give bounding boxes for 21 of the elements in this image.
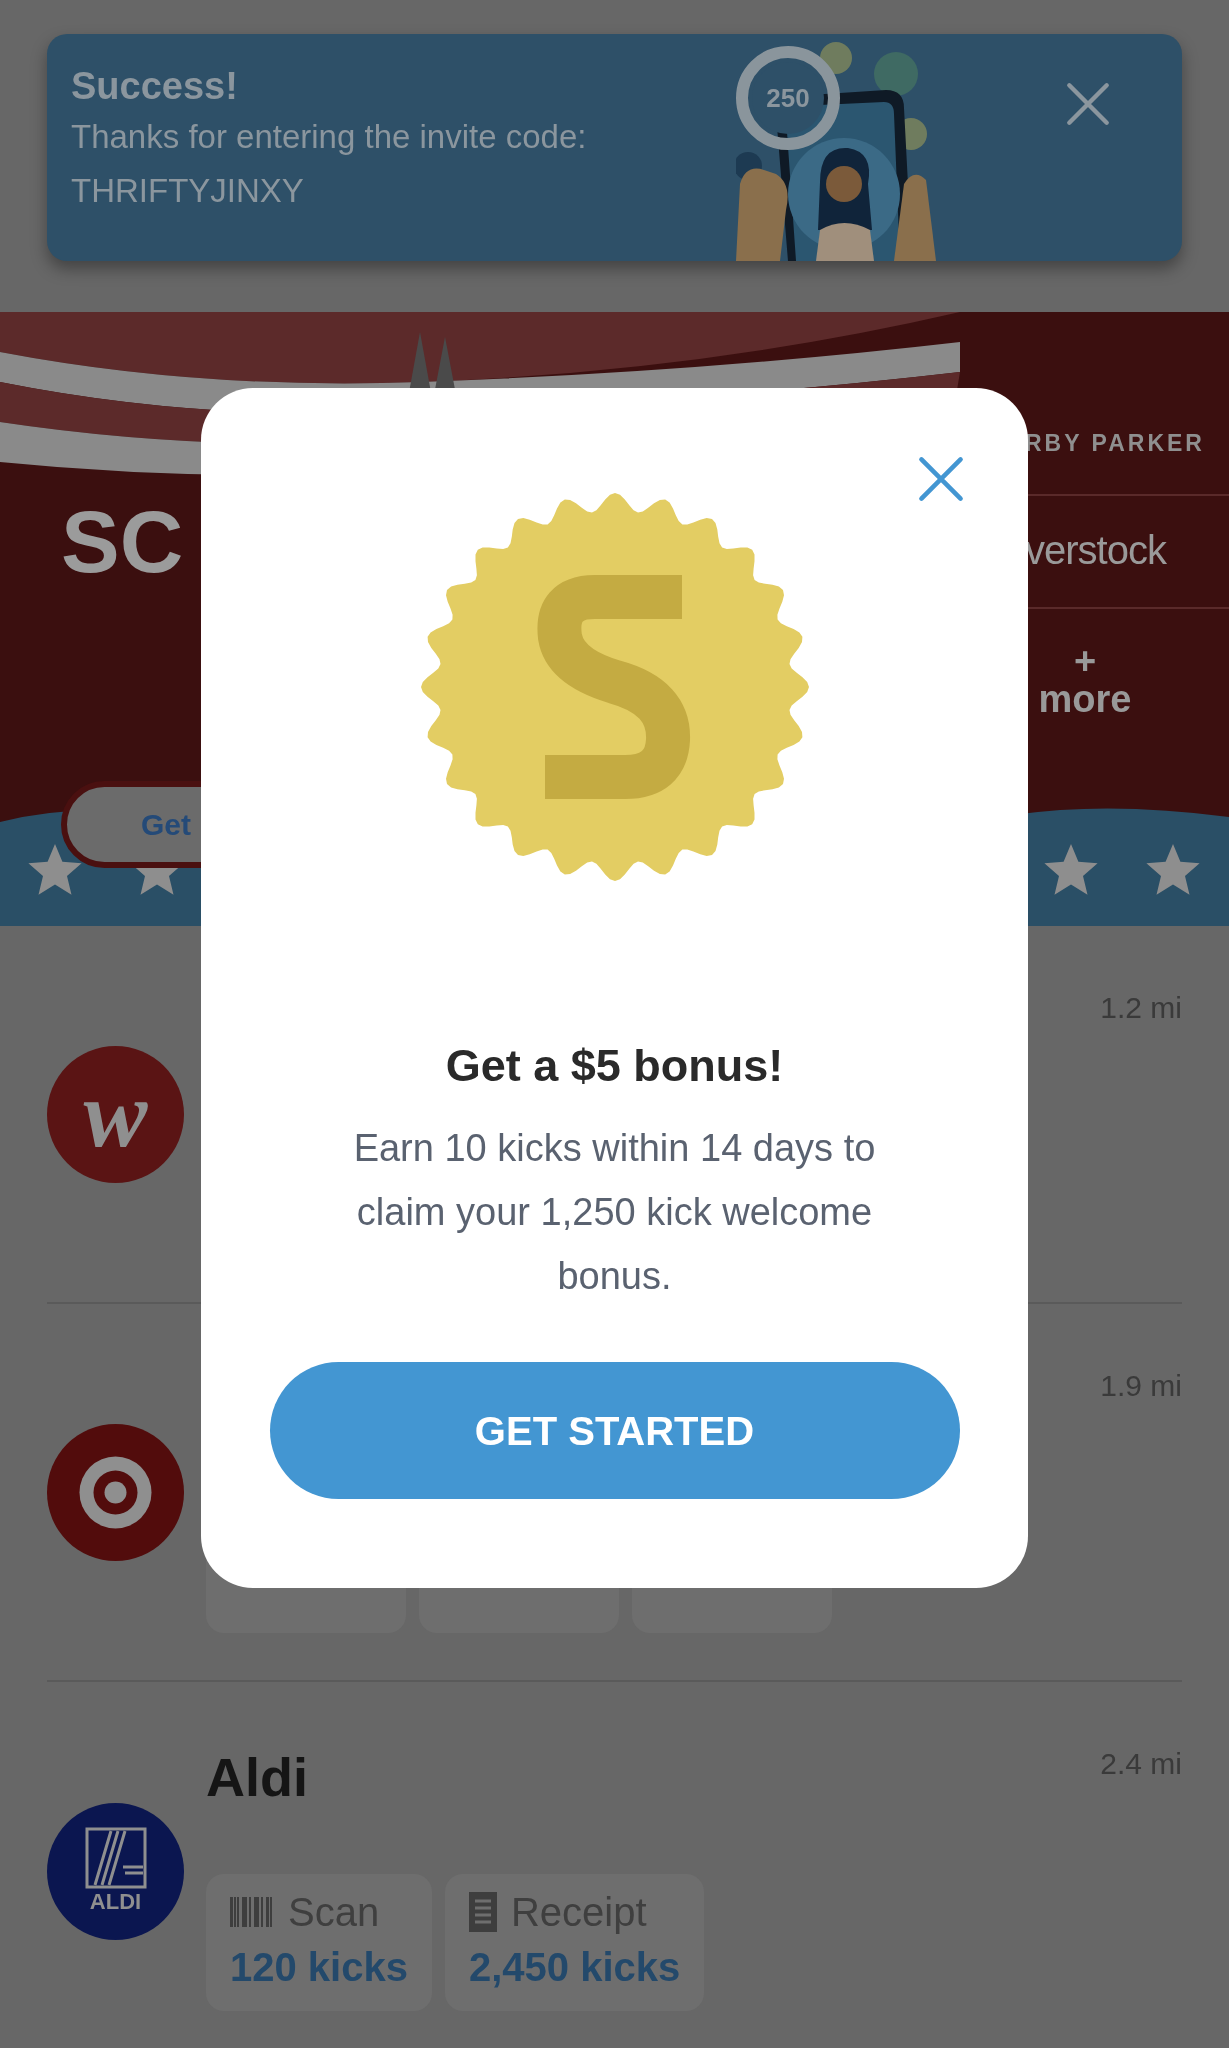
brand-logo-text: verstock bbox=[1025, 528, 1166, 572]
offer-kicks: 120 kicks bbox=[230, 1944, 408, 1991]
store-logo: ALDI bbox=[47, 1802, 184, 1940]
notification-message: Thanks for entering the invite code: bbox=[71, 117, 588, 157]
dialog-title: Get a $5 bonus! bbox=[445, 1039, 784, 1093]
close-icon[interactable] bbox=[1066, 82, 1110, 126]
store-logo: w bbox=[47, 1045, 184, 1183]
close-icon[interactable] bbox=[918, 456, 964, 502]
offer-kicks: 2,450 kicks bbox=[468, 1944, 681, 1991]
notification-title: Success! bbox=[71, 64, 239, 109]
get-started-button[interactable]: GET STARTED bbox=[269, 1362, 960, 1499]
plus-sign: + bbox=[1073, 643, 1097, 679]
invite-code: THRIFTYJINXY bbox=[71, 171, 305, 211]
points-label: 250 bbox=[766, 81, 810, 115]
more-link[interactable]: more bbox=[1038, 679, 1132, 719]
barcode-icon bbox=[230, 1897, 274, 1927]
promo-headline: SC bbox=[61, 494, 184, 590]
store-name: Aldi bbox=[206, 1746, 308, 1809]
dialog-message: Earn 10 kicks within 14 days to claim your 1,250 kick welcome bonus. bbox=[352, 1126, 877, 1299]
receipt-icon bbox=[468, 1892, 497, 1932]
target-logo-icon bbox=[47, 1423, 184, 1561]
